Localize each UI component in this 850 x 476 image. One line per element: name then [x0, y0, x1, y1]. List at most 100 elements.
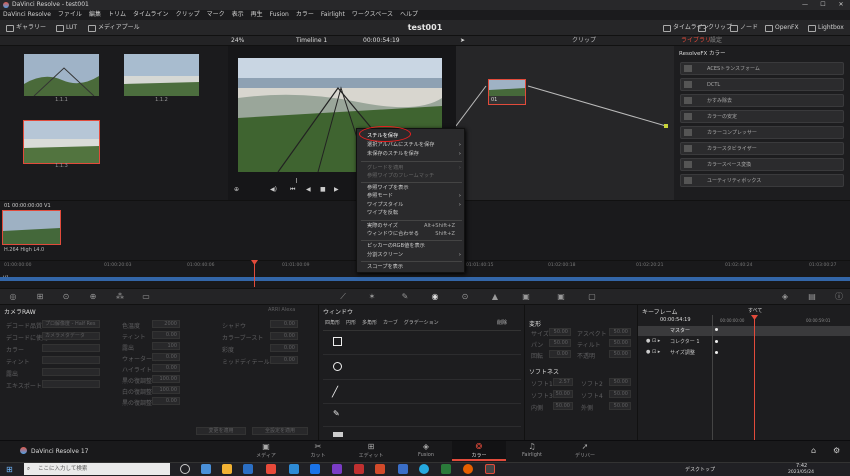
timeline-name[interactable]: Timeline 1	[296, 36, 327, 46]
play-icon[interactable]: ▶	[334, 186, 339, 193]
raw-value[interactable]: 100.00	[152, 375, 180, 383]
app-s-icon[interactable]	[289, 464, 299, 474]
tool-gradient[interactable]: グラデーション	[404, 319, 439, 326]
rectangle-window-icon[interactable]	[333, 337, 342, 346]
color-match-icon[interactable]: ⊞	[35, 292, 45, 302]
key-icon[interactable]: ▣	[521, 292, 531, 302]
tilt-field[interactable]: 50.00	[609, 339, 631, 347]
circle-window-icon[interactable]	[333, 362, 342, 371]
volume-icon[interactable]: ◀)	[270, 186, 277, 193]
soft2-field[interactable]: 50.00	[609, 378, 631, 386]
color-warper-icon[interactable]: ✶	[367, 292, 377, 302]
fx-item[interactable]: カラーコンプレッサー	[680, 126, 844, 139]
tool-polygon[interactable]: 多角形	[362, 319, 377, 326]
decode-quality-select[interactable]: プロ解像度 - Half Res	[42, 320, 100, 328]
task-view-icon[interactable]	[201, 464, 211, 474]
fx-item[interactable]: カラースペース変換	[680, 158, 844, 171]
raw-value[interactable]: 0.00	[270, 344, 298, 352]
aspect-field[interactable]: 50.00	[609, 328, 631, 336]
decode-using-select[interactable]: カメラメタデータ	[42, 332, 100, 340]
raw-value[interactable]: 0.00	[152, 364, 180, 372]
linear-window-icon[interactable]: ╱	[332, 387, 338, 398]
menu-item-show-scopes[interactable]: スコープを表示	[367, 263, 463, 272]
page-edit[interactable]: ⊞ エディット	[341, 443, 401, 460]
openfx-button[interactable]: OpenFX	[765, 23, 799, 33]
fx-item[interactable]: ACESトランスフォーム	[680, 62, 844, 75]
file-explorer-icon[interactable]	[222, 464, 232, 474]
keyframe-dot[interactable]	[715, 351, 718, 354]
page-fusion[interactable]: ◈ Fusion	[396, 443, 456, 459]
curves-icon[interactable]: ⟋	[338, 292, 348, 302]
minimize-button[interactable]: —	[796, 0, 814, 10]
menu-item-grab-unsaved[interactable]: 未保存のスチルを保存 ›	[367, 150, 463, 159]
menu-item-wipe-frame-match[interactable]: 参照ワイプのフレームマッチ	[367, 172, 463, 181]
settings-gear-icon[interactable]: ⚙	[833, 446, 840, 455]
menu-playback[interactable]: 再生	[251, 10, 263, 20]
menu-fairlight[interactable]: Fairlight	[321, 10, 345, 20]
still-thumbnail[interactable]	[124, 54, 199, 96]
raw-field[interactable]	[42, 368, 100, 376]
keyframe-row-icons[interactable]: ● ⊡ ▸	[646, 338, 660, 344]
page-deliver[interactable]: ➚ デリバー	[555, 443, 615, 460]
qualifier-icon[interactable]: ✎	[400, 292, 410, 302]
keyframe-playhead-handle[interactable]	[751, 315, 758, 320]
raw-value[interactable]: 2000	[152, 320, 180, 328]
color-wheels-icon[interactable]: ⊙	[61, 292, 71, 302]
size-field[interactable]: 50.00	[549, 328, 571, 336]
apply-all-button[interactable]: 全設定を適用	[252, 427, 308, 435]
pointer-icon[interactable]: ➤	[460, 36, 465, 46]
firefox-icon[interactable]	[463, 464, 473, 474]
delete-window-button[interactable]: 削除	[497, 319, 507, 326]
menu-view[interactable]: 表示	[232, 10, 244, 20]
keyframe-dot[interactable]	[715, 328, 718, 331]
keyframe-filter[interactable]: すべて	[748, 307, 762, 314]
app-icon[interactable]	[398, 464, 408, 474]
soft1-field[interactable]: 2.57	[553, 378, 573, 386]
raw-value[interactable]: 0.00	[270, 332, 298, 340]
page-media[interactable]: ▣ メディア	[236, 443, 296, 460]
close-button[interactable]: ✕	[832, 0, 850, 10]
chrome-icon[interactable]	[441, 464, 451, 474]
menu-item-show-picker-rgb[interactable]: ピッカーのRGB値を表示	[367, 242, 463, 251]
pen-window-icon[interactable]: ✎	[333, 409, 340, 418]
menu-help[interactable]: ヘルプ	[400, 10, 418, 20]
menu-trim[interactable]: トリム	[108, 10, 126, 20]
keyframe-playhead[interactable]	[754, 316, 755, 440]
lightbox-button[interactable]: Lightbox	[808, 23, 844, 33]
tool-curve[interactable]: カーブ	[383, 319, 398, 326]
app-icon[interactable]	[310, 464, 320, 474]
keyframe-row-master[interactable]: マスター	[670, 327, 690, 334]
page-cut[interactable]: ✂ カット	[288, 443, 348, 460]
cortana-icon[interactable]	[180, 464, 190, 474]
clip-thumbnail[interactable]	[2, 210, 61, 245]
opacity-field[interactable]: 50.00	[609, 350, 631, 358]
camera-raw-icon[interactable]: ◎	[8, 292, 18, 302]
fx-item[interactable]: カラースタビライザー	[680, 142, 844, 155]
outside-field[interactable]: 50.00	[609, 402, 631, 410]
maximize-button[interactable]: ☐	[814, 0, 832, 10]
wipe-icon[interactable]: ⊕	[234, 186, 239, 193]
tab-settings[interactable]: 設定	[710, 36, 722, 46]
menu-item-invert-wipe[interactable]: ワイプを反転	[367, 209, 463, 218]
soft3-field[interactable]: 50.00	[553, 390, 573, 398]
keyframe-dot[interactable]	[715, 340, 718, 343]
windows-start-icon[interactable]: ⊞	[6, 465, 13, 474]
node-clip-select[interactable]: クリップ	[572, 36, 596, 46]
apply-changes-button[interactable]: 変更を適用	[196, 427, 246, 435]
scopes-icon[interactable]: ◈	[780, 292, 790, 302]
video-track[interactable]	[0, 277, 850, 281]
page-color[interactable]: ❂ カラー	[452, 441, 506, 461]
rotate-field[interactable]: 0.00	[549, 350, 571, 358]
reverse-icon[interactable]: ◀	[306, 186, 311, 193]
keyframe-row-sizing[interactable]: サイズ調整	[670, 349, 695, 356]
metadata-icon[interactable]: ⓘ	[834, 292, 844, 302]
menu-item-split-screen[interactable]: 分割スクリーン ›	[367, 251, 463, 260]
raw-value[interactable]: 100.00	[152, 386, 180, 394]
fx-item[interactable]: かすみ除去	[680, 94, 844, 107]
menu-mark[interactable]: マーク	[207, 10, 225, 20]
info-icon[interactable]: ▤	[807, 292, 817, 302]
sizing-icon[interactable]: ▣	[556, 292, 566, 302]
keyframe-row-icons[interactable]: ● ⊡ ▸	[646, 349, 660, 355]
motion-effects-icon[interactable]: ▭	[141, 292, 151, 302]
node-button[interactable]: ノード	[730, 23, 758, 33]
